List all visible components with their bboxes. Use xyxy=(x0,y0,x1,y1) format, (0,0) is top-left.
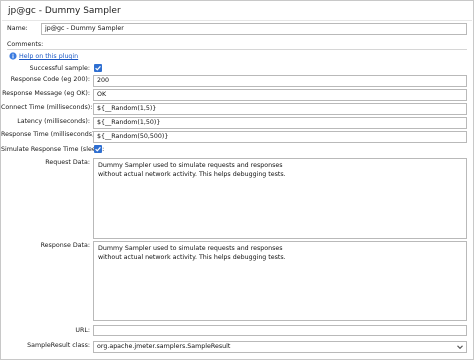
name-input[interactable]: jp@gc - Dummy Sampler xyxy=(41,23,467,35)
comments-input[interactable] xyxy=(7,49,467,50)
response-message-label: Response Message (eg OK): xyxy=(2,90,90,97)
response-time-label: Response Time (milliseconds): xyxy=(1,131,97,138)
chevron-down-icon[interactable] xyxy=(455,342,465,352)
response-code-input[interactable]: 200 xyxy=(93,75,467,87)
simulate-response-time-checkbox[interactable] xyxy=(94,145,102,153)
request-data-textarea[interactable]: Dummy Sampler used to simulate requests … xyxy=(93,158,467,239)
simulate-response-time-label: Simulate Response Time (sleep): xyxy=(1,146,105,153)
response-data-label: Response Data: xyxy=(40,242,90,249)
help-link[interactable]: Help on this plugin xyxy=(19,53,78,60)
successful-sample-label: Successful sample: xyxy=(29,65,90,72)
check-icon xyxy=(95,146,101,152)
sampler-panel: jp@gc - Dummy Sampler Name: jp@gc - Dumm… xyxy=(0,0,474,360)
sampleresult-class-select[interactable]: org.apache.jmeter.samplers.SampleResult xyxy=(93,341,467,353)
connect-time-label: Connect Time (milliseconds): xyxy=(1,104,93,111)
name-label: Name: xyxy=(7,25,28,32)
sampleresult-class-label: SampleResult class: xyxy=(27,342,90,349)
check-icon xyxy=(95,65,101,71)
url-label: URL: xyxy=(75,327,90,334)
comments-label: Comments: xyxy=(7,41,44,48)
url-input[interactable] xyxy=(93,325,467,336)
request-data-label: Request Data: xyxy=(45,159,90,166)
response-code-label: Response Code (eg 200): xyxy=(10,76,90,83)
panel-title: jp@gc - Dummy Sampler xyxy=(2,2,472,21)
successful-sample-checkbox[interactable] xyxy=(94,64,102,72)
sampleresult-class-value: org.apache.jmeter.samplers.SampleResult xyxy=(97,343,231,350)
response-data-textarea[interactable]: Dummy Sampler used to simulate requests … xyxy=(93,241,467,321)
help-info-icon[interactable] xyxy=(9,52,17,60)
response-time-input[interactable]: ${__Random(50,500)} xyxy=(93,131,467,143)
latency-input[interactable]: ${__Random(1,50)} xyxy=(93,117,467,129)
response-message-input[interactable]: OK xyxy=(93,89,467,101)
latency-label: Latency (milliseconds): xyxy=(17,118,90,125)
connect-time-input[interactable]: ${__Random(1,5)} xyxy=(93,103,467,115)
